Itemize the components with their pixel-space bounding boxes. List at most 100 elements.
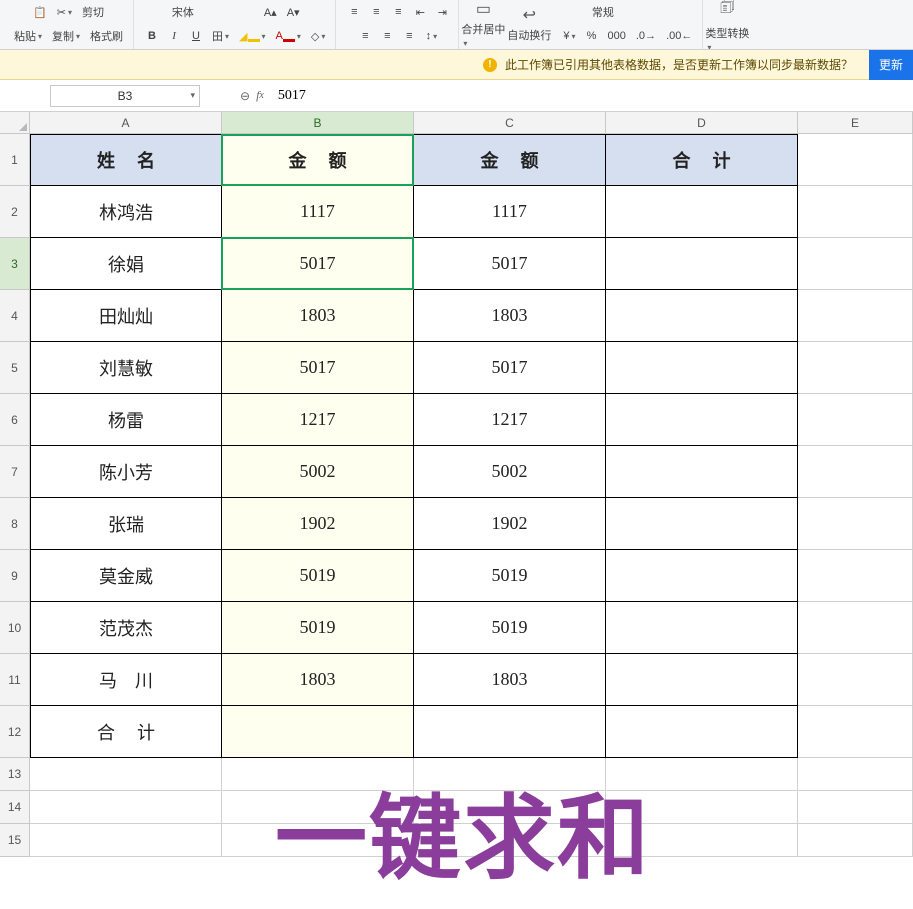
comma-icon[interactable]: 000 [604, 26, 630, 46]
cell-empty[interactable] [414, 758, 606, 791]
indent-increase-icon[interactable]: ⇥ [432, 2, 452, 22]
row-header-1[interactable]: 1 [0, 134, 30, 186]
cell-empty[interactable] [798, 824, 913, 857]
border-button[interactable]: 田 [208, 26, 233, 46]
row-header-15[interactable]: 15 [0, 824, 30, 857]
cell-name[interactable]: 徐娟 [30, 238, 222, 290]
cell-amount-b[interactable]: 1803 [222, 654, 414, 706]
cell-empty[interactable] [798, 238, 913, 290]
cell-style-button[interactable]: ◇ [307, 26, 329, 46]
cell-empty[interactable] [606, 758, 798, 791]
col-header-c[interactable]: C [414, 112, 606, 133]
cell-amount-c[interactable]: 1902 [414, 498, 606, 550]
cell-amount-b[interactable]: 5019 [222, 602, 414, 654]
orientation-icon[interactable]: ↕ [421, 26, 441, 46]
format-painter-button[interactable]: 格式刷 [86, 26, 127, 46]
formula-input[interactable] [274, 85, 913, 107]
increase-decimal-icon[interactable]: .0→ [632, 26, 660, 46]
col-header-b[interactable]: B [222, 112, 414, 133]
row-header-2[interactable]: 2 [0, 186, 30, 238]
cell-total[interactable] [606, 342, 798, 394]
cell-empty[interactable] [798, 290, 913, 342]
cell-total[interactable] [606, 186, 798, 238]
align-left-icon[interactable]: ≡ [355, 26, 375, 46]
cell-amount-b[interactable]: 5002 [222, 446, 414, 498]
cell-empty[interactable] [798, 791, 913, 824]
cell-empty[interactable] [222, 824, 414, 857]
fx-icon[interactable]: fx [256, 88, 264, 103]
col-header-a[interactable]: A [30, 112, 222, 133]
cell-empty[interactable] [222, 758, 414, 791]
row-header-7[interactable]: 7 [0, 446, 30, 498]
cell-amount-b[interactable]: 1217 [222, 394, 414, 446]
zoom-out-icon[interactable]: ⊖ [240, 89, 250, 103]
cell-total[interactable] [606, 654, 798, 706]
footer-d[interactable] [606, 706, 798, 758]
cell-empty[interactable] [798, 342, 913, 394]
cell-e1[interactable] [798, 134, 913, 186]
cut-button[interactable]: 剪切 [78, 2, 108, 22]
cell-name[interactable]: 田灿灿 [30, 290, 222, 342]
paste-button[interactable]: 粘贴 [10, 26, 46, 46]
cell-empty[interactable] [606, 824, 798, 857]
row-header-9[interactable]: 9 [0, 550, 30, 602]
align-bottom-icon[interactable]: ≡ [388, 2, 408, 22]
cell-total[interactable] [606, 394, 798, 446]
decrease-decimal-icon[interactable]: .00← [662, 26, 696, 46]
cell-total[interactable] [606, 498, 798, 550]
cell-amount-b[interactable]: 5019 [222, 550, 414, 602]
select-all-corner[interactable] [0, 112, 30, 133]
cell-name[interactable]: 杨雷 [30, 394, 222, 446]
header-amount-c[interactable]: 金额 [414, 134, 606, 186]
cell-empty[interactable] [798, 498, 913, 550]
type-convert-button[interactable]: 🗊 类型转换 [705, 0, 749, 48]
cell-amount-c[interactable]: 5002 [414, 446, 606, 498]
cell-amount-b[interactable]: 1902 [222, 498, 414, 550]
cell-empty[interactable] [30, 791, 222, 824]
underline-button[interactable]: U [186, 26, 206, 46]
cell-total[interactable] [606, 602, 798, 654]
cell-amount-c[interactable]: 1217 [414, 394, 606, 446]
align-right-icon[interactable]: ≡ [399, 26, 419, 46]
row-header-8[interactable]: 8 [0, 498, 30, 550]
cell-amount-c[interactable]: 5019 [414, 550, 606, 602]
cell-empty[interactable] [798, 394, 913, 446]
row-header-4[interactable]: 4 [0, 290, 30, 342]
footer-c[interactable] [414, 706, 606, 758]
merge-center-button[interactable]: ▭ 合并居中 [461, 0, 505, 48]
col-header-e[interactable]: E [798, 112, 913, 133]
row-header-14[interactable]: 14 [0, 791, 30, 824]
cell-empty[interactable] [606, 791, 798, 824]
cell-name[interactable]: 马 川 [30, 654, 222, 706]
cell-empty[interactable] [222, 791, 414, 824]
col-header-d[interactable]: D [606, 112, 798, 133]
cell-amount-c[interactable]: 5017 [414, 238, 606, 290]
font-color-button[interactable]: A [272, 26, 305, 46]
cell-empty[interactable] [798, 758, 913, 791]
row-header-10[interactable]: 10 [0, 602, 30, 654]
align-center-icon[interactable]: ≡ [377, 26, 397, 46]
fill-color-button[interactable]: ◢ [235, 26, 269, 46]
cell-name[interactable]: 张瑞 [30, 498, 222, 550]
cell-name[interactable]: 陈小芳 [30, 446, 222, 498]
cell-total[interactable] [606, 446, 798, 498]
cell-amount-c[interactable]: 5019 [414, 602, 606, 654]
row-header-11[interactable]: 11 [0, 654, 30, 706]
copy-button[interactable]: 复制 [48, 26, 84, 46]
row-header-6[interactable]: 6 [0, 394, 30, 446]
number-format-select[interactable]: 常规 [588, 2, 668, 22]
cell-amount-c[interactable]: 1803 [414, 290, 606, 342]
align-middle-icon[interactable]: ≡ [366, 2, 386, 22]
cell-total[interactable] [606, 238, 798, 290]
update-button[interactable]: 更新 [869, 50, 913, 80]
cell-empty[interactable] [798, 654, 913, 706]
cell-total[interactable] [606, 290, 798, 342]
indent-decrease-icon[interactable]: ⇤ [410, 2, 430, 22]
cell-amount-b-active[interactable]: 5017 [222, 238, 414, 290]
cell-total[interactable] [606, 550, 798, 602]
cell-empty[interactable] [798, 550, 913, 602]
currency-icon[interactable]: ¥ [559, 26, 579, 46]
header-name[interactable]: 姓名 [30, 134, 222, 186]
italic-button[interactable]: I [164, 26, 184, 46]
increase-font-icon[interactable]: A▴ [260, 2, 281, 22]
